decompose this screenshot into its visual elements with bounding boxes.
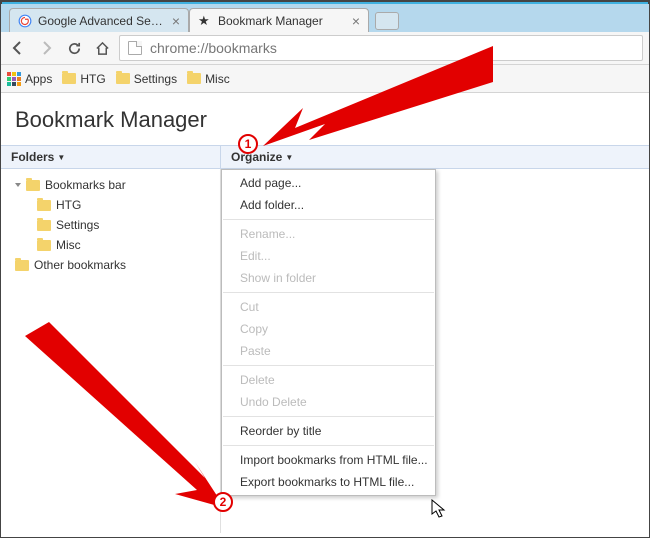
back-button[interactable] — [7, 37, 29, 59]
bookmark-label: HTG — [80, 72, 105, 86]
reload-button[interactable] — [63, 37, 85, 59]
menu-add-folder[interactable]: Add folder... — [222, 194, 435, 216]
callout-number: 2 — [220, 495, 227, 509]
menu-undo-delete: Undo Delete — [222, 391, 435, 413]
tree-item-settings[interactable]: Settings — [1, 215, 220, 235]
folders-label: Folders — [11, 150, 54, 164]
home-button[interactable] — [91, 37, 113, 59]
apps-label: Apps — [25, 72, 52, 86]
menu-separator — [223, 365, 434, 366]
folder-icon — [15, 260, 29, 271]
close-icon[interactable]: × — [172, 13, 180, 29]
cursor-icon — [431, 499, 447, 524]
bookmark-folder-htg[interactable]: HTG — [62, 72, 105, 86]
callout-2: 2 — [213, 492, 233, 512]
tree-item-bookmarks-bar[interactable]: Bookmarks bar — [1, 175, 220, 195]
folder-icon — [62, 73, 76, 84]
folder-icon — [37, 200, 51, 211]
tab-title: Google Advanced Search — [38, 14, 168, 28]
menu-copy: Copy — [222, 318, 435, 340]
tree-item-misc[interactable]: Misc — [1, 235, 220, 255]
folder-icon — [187, 73, 201, 84]
menu-paste: Paste — [222, 340, 435, 362]
annotation-arrow-1 — [263, 46, 503, 156]
folder-icon — [116, 73, 130, 84]
menu-edit: Edit... — [222, 245, 435, 267]
disclosure-triangle-icon[interactable] — [15, 183, 21, 187]
tree-label: HTG — [56, 198, 81, 212]
folder-icon — [37, 240, 51, 251]
menu-export[interactable]: Export bookmarks to HTML file... — [222, 471, 435, 493]
menu-separator — [223, 292, 434, 293]
chevron-down-icon: ▼ — [57, 153, 65, 162]
url-text: chrome://bookmarks — [150, 40, 277, 56]
apps-icon — [7, 72, 21, 86]
tab-google-search[interactable]: Google Advanced Search × — [9, 8, 189, 32]
tree-label: Settings — [56, 218, 99, 232]
folder-icon — [26, 180, 40, 191]
tab-strip: Google Advanced Search × ★ Bookmark Mana… — [1, 4, 649, 32]
close-icon[interactable]: × — [352, 13, 360, 29]
new-tab-button[interactable] — [375, 12, 399, 30]
tree-item-other-bookmarks[interactable]: Other bookmarks — [1, 255, 220, 275]
google-icon — [18, 14, 32, 28]
tree-label: Other bookmarks — [34, 258, 126, 272]
tree-label: Misc — [56, 238, 81, 252]
menu-separator — [223, 416, 434, 417]
annotation-arrow-2 — [25, 322, 235, 512]
menu-cut: Cut — [222, 296, 435, 318]
folders-header[interactable]: Folders ▼ — [1, 146, 221, 168]
menu-import[interactable]: Import bookmarks from HTML file... — [222, 449, 435, 471]
menu-rename: Rename... — [222, 223, 435, 245]
main-panel: Add page... Add folder... Rename... Edit… — [221, 169, 649, 533]
star-icon: ★ — [198, 14, 212, 28]
menu-reorder[interactable]: Reorder by title — [222, 420, 435, 442]
menu-separator — [223, 219, 434, 220]
forward-button[interactable] — [35, 37, 57, 59]
apps-button[interactable]: Apps — [7, 72, 52, 86]
menu-add-page[interactable]: Add page... — [222, 172, 435, 194]
menu-separator — [223, 445, 434, 446]
tree-item-htg[interactable]: HTG — [1, 195, 220, 215]
bookmark-folder-settings[interactable]: Settings — [116, 72, 177, 86]
bookmark-label: Settings — [134, 72, 177, 86]
tree-label: Bookmarks bar — [45, 178, 126, 192]
bookmark-folder-misc[interactable]: Misc — [187, 72, 230, 86]
menu-delete: Delete — [222, 369, 435, 391]
folder-icon — [37, 220, 51, 231]
tab-bookmark-manager[interactable]: ★ Bookmark Manager × — [189, 8, 369, 32]
organize-menu: Add page... Add folder... Rename... Edit… — [221, 169, 436, 496]
menu-show-in-folder: Show in folder — [222, 267, 435, 289]
bookmark-label: Misc — [205, 72, 230, 86]
tab-title: Bookmark Manager — [218, 14, 348, 28]
page-icon — [128, 41, 142, 55]
browser-window: Google Advanced Search × ★ Bookmark Mana… — [1, 4, 649, 537]
callout-number: 1 — [245, 137, 252, 151]
callout-1: 1 — [238, 134, 258, 154]
